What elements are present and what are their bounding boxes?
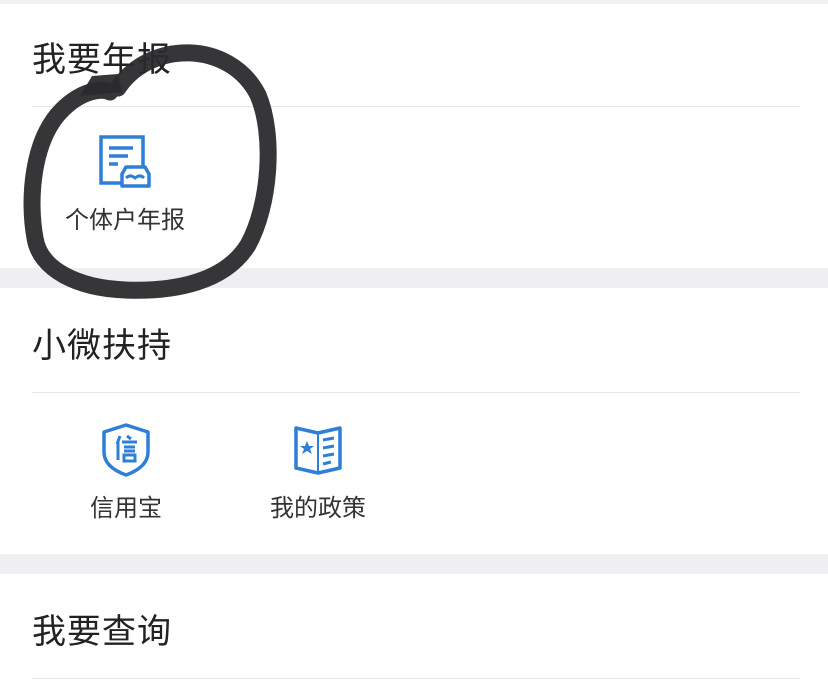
divider [32,392,800,393]
section-title: 我要年报 [32,40,172,80]
tile-label: 我的政策 [270,494,366,522]
annual-report-icon [99,135,151,188]
individual-annual-report-button[interactable]: 个体户年报 [55,134,195,264]
my-policy-button[interactable]: 我的政策 [248,422,388,552]
divider [32,678,800,679]
section-title: 我要查询 [32,612,172,652]
section-title: 小微扶持 [32,326,172,366]
tile-label: 信用宝 [90,494,162,522]
section-small-business-support: 小微扶持 信用宝 我的政策 [0,288,828,554]
section-annual-report: 我要年报 个体户年报 [0,4,828,268]
tile-label: 个体户年报 [65,206,185,234]
policy-book-icon [294,426,342,475]
credit-treasure-button[interactable]: 信用宝 [56,422,196,552]
divider [32,106,800,107]
section-my-queries: 我要查询 [0,574,828,682]
credit-shield-icon [102,423,150,477]
